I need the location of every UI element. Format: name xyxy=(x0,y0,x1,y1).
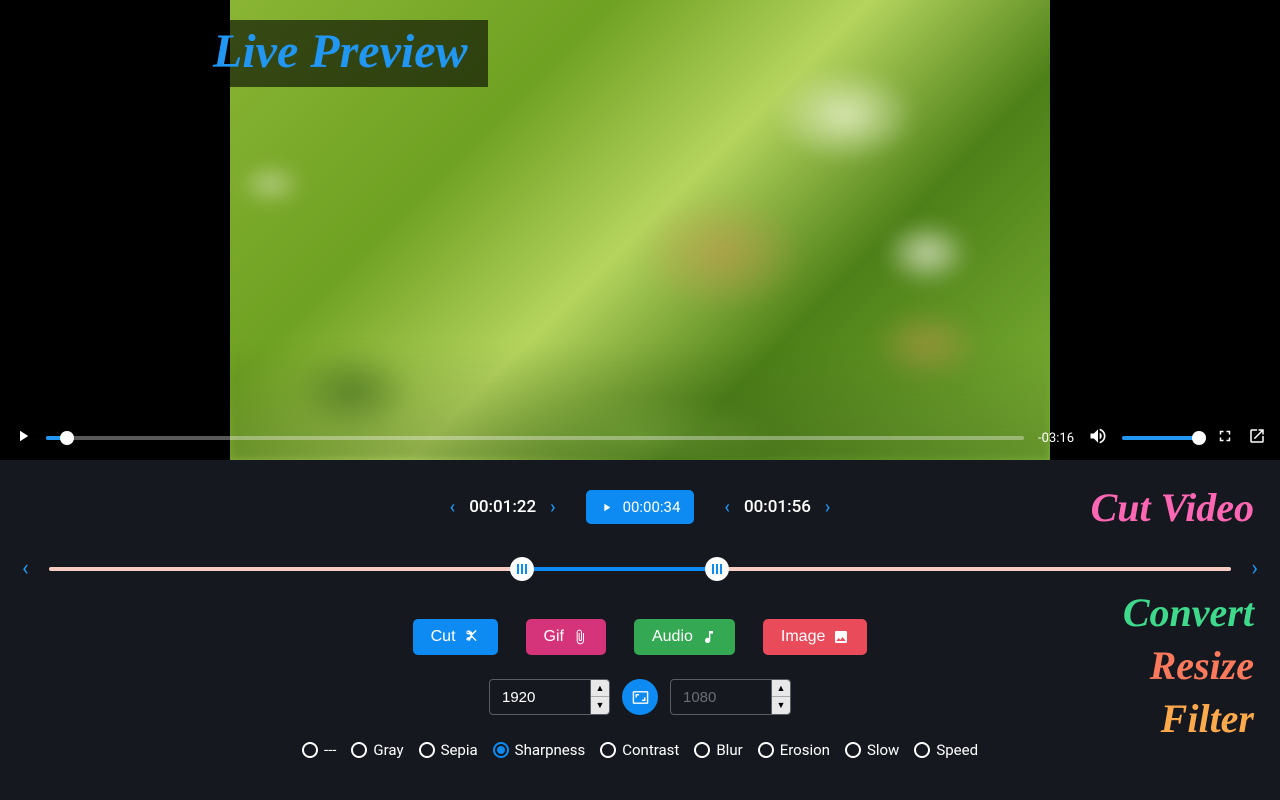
aspect-icon xyxy=(632,689,649,706)
in-time-next-icon[interactable]: › xyxy=(546,493,559,522)
filter-label: Speed xyxy=(936,741,978,759)
side-label-convert: Convert xyxy=(1091,589,1254,636)
range-slider-row: ‹ › xyxy=(0,556,1280,581)
in-time-value: 00:01:22 xyxy=(469,497,536,517)
filter-radio-contrast[interactable]: Contrast xyxy=(600,741,679,759)
video-player-area: Live Preview -03:16 xyxy=(0,0,1280,460)
filter-radio-blur[interactable]: Blur xyxy=(694,741,742,759)
play-segment-button[interactable]: 00:00:34 xyxy=(586,490,695,524)
height-input-group: ▲ ▼ xyxy=(670,679,791,715)
range-track[interactable] xyxy=(49,567,1232,571)
filter-label: Blur xyxy=(716,741,742,759)
filter-label: --- xyxy=(324,741,336,759)
fullscreen-icon[interactable] xyxy=(1216,427,1234,449)
radio-icon xyxy=(914,742,930,758)
progress-thumb[interactable] xyxy=(60,431,74,445)
image-button[interactable]: Image xyxy=(763,619,867,655)
height-down-icon[interactable]: ▼ xyxy=(772,697,790,714)
live-preview-label: Live Preview xyxy=(195,20,488,87)
range-prev-icon[interactable]: ‹ xyxy=(22,556,29,581)
image-button-label: Image xyxy=(781,628,825,646)
radio-icon xyxy=(758,742,774,758)
play-icon[interactable] xyxy=(14,427,32,449)
radio-icon xyxy=(302,742,318,758)
filter-radio-speed[interactable]: Speed xyxy=(914,741,978,759)
side-labels: Cut Video Convert Resize Filter xyxy=(1091,484,1254,742)
editor-panel: Cut Video Convert Resize Filter ‹ 00:01:… xyxy=(0,460,1280,800)
out-time-value: 00:01:56 xyxy=(744,497,811,517)
filter-radio-erosion[interactable]: Erosion xyxy=(758,741,830,759)
play-time-value: 00:00:34 xyxy=(623,498,681,516)
filter-radio-sharpness[interactable]: Sharpness xyxy=(493,741,586,759)
filter-radio-sepia[interactable]: Sepia xyxy=(419,741,478,759)
scissors-icon xyxy=(464,629,480,645)
filter-label: Slow xyxy=(867,741,899,759)
radio-icon xyxy=(694,742,710,758)
gif-button-label: Gif xyxy=(544,628,564,646)
cut-button-label: Cut xyxy=(431,628,456,646)
radio-icon xyxy=(493,742,509,758)
range-end-thumb[interactable] xyxy=(705,557,729,581)
radio-icon xyxy=(845,742,861,758)
player-controls: -03:16 xyxy=(0,416,1280,460)
time-remaining: -03:16 xyxy=(1038,431,1074,446)
width-down-icon[interactable]: ▼ xyxy=(591,697,609,714)
filter-label: Sharpness xyxy=(515,741,586,759)
attachment-icon xyxy=(572,629,588,645)
out-time-group: ‹ 00:01:56 › xyxy=(720,493,834,522)
playback-progress[interactable] xyxy=(46,436,1024,440)
filter-radio-slow[interactable]: Slow xyxy=(845,741,899,759)
audio-button[interactable]: Audio xyxy=(634,619,735,655)
height-input[interactable] xyxy=(671,680,771,714)
side-label-filter: Filter xyxy=(1091,695,1254,742)
range-start-thumb[interactable] xyxy=(510,557,534,581)
filter-radio----[interactable]: --- xyxy=(302,741,336,759)
out-time-next-icon[interactable]: › xyxy=(821,493,834,522)
height-up-icon[interactable]: ▲ xyxy=(772,680,790,697)
in-time-group: ‹ 00:01:22 › xyxy=(446,493,560,522)
volume-slider[interactable] xyxy=(1122,436,1202,440)
filter-radios: --- Gray Sepia Sharpness Contrast Blur Erosion… xyxy=(0,741,1280,759)
range-fill xyxy=(522,567,717,571)
radio-icon xyxy=(600,742,616,758)
gif-button[interactable]: Gif xyxy=(526,619,606,655)
cut-button[interactable]: Cut xyxy=(413,619,498,655)
radio-icon xyxy=(351,742,367,758)
filter-label: Gray xyxy=(373,741,403,759)
side-label-cut: Cut Video xyxy=(1091,484,1254,531)
width-input[interactable] xyxy=(490,680,590,714)
volume-thumb[interactable] xyxy=(1192,431,1206,445)
out-time-prev-icon[interactable]: ‹ xyxy=(720,493,734,522)
size-controls: ▲ ▼ ▲ ▼ xyxy=(0,679,1280,715)
filter-label: Contrast xyxy=(622,741,679,759)
volume-icon[interactable] xyxy=(1088,426,1108,450)
filter-radio-gray[interactable]: Gray xyxy=(351,741,403,759)
music-icon xyxy=(701,629,717,645)
in-time-prev-icon[interactable]: ‹ xyxy=(446,493,460,522)
time-controls: ‹ 00:01:22 › 00:00:34 ‹ 00:01:56 › xyxy=(0,490,1280,524)
width-input-group: ▲ ▼ xyxy=(489,679,610,715)
popout-icon[interactable] xyxy=(1248,427,1266,449)
filter-label: Sepia xyxy=(441,741,478,759)
aspect-lock-button[interactable] xyxy=(622,679,658,715)
image-icon xyxy=(833,629,849,645)
side-label-resize: Resize xyxy=(1091,642,1254,689)
radio-icon xyxy=(419,742,435,758)
width-up-icon[interactable]: ▲ xyxy=(591,680,609,697)
audio-button-label: Audio xyxy=(652,628,693,646)
filter-label: Erosion xyxy=(780,741,830,759)
action-buttons: Cut Gif Audio Image xyxy=(0,619,1280,655)
